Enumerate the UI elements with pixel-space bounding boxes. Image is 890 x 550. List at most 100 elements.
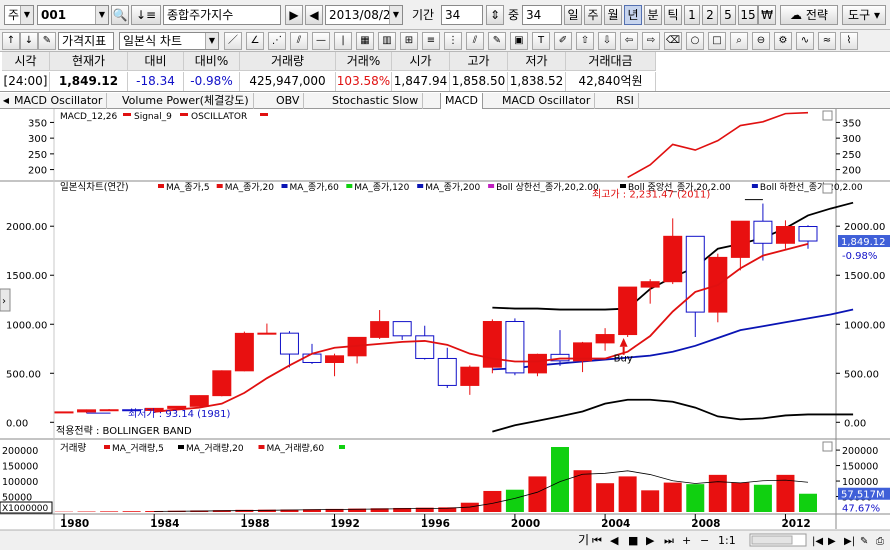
price-indicator-select[interactable]: 가격지표 bbox=[58, 32, 114, 50]
tab-3[interactable]: Stochastic Slow bbox=[328, 93, 424, 109]
x-tick-label-3: 1992 bbox=[331, 518, 360, 530]
cycle-button-3[interactable]: 년 bbox=[624, 5, 642, 25]
chevron-down-icon: ▼ bbox=[205, 33, 218, 49]
candle-body bbox=[527, 353, 547, 374]
date-value: 2013/08/22 bbox=[329, 8, 399, 22]
fan-icon[interactable]: ⋰ bbox=[268, 32, 286, 50]
vline-icon[interactable]: | bbox=[334, 32, 352, 50]
grid2-icon[interactable]: ▥ bbox=[378, 32, 396, 50]
ratio-icon: 1:1 bbox=[718, 534, 736, 547]
arrow-down-icon[interactable]: ↓ bbox=[20, 32, 38, 50]
left-icon[interactable]: ⇦ bbox=[620, 32, 638, 50]
scroll-first-icon: |◀ bbox=[812, 536, 823, 547]
tab-5[interactable]: MACD Oscillator bbox=[498, 93, 596, 109]
pane-maximize-button[interactable] bbox=[822, 110, 833, 121]
reverse-icon[interactable]: ◀ bbox=[305, 5, 323, 25]
x-tick-label-1: 1984 bbox=[150, 518, 179, 530]
cycle-button-5[interactable]: 틱 bbox=[664, 5, 682, 25]
edit-icon[interactable]: ✎ bbox=[38, 32, 56, 50]
volume-tick-label-right-2: 100000 bbox=[842, 477, 878, 488]
quote-header-4: 거래량 bbox=[240, 52, 336, 71]
cycle-button-1[interactable]: 주 bbox=[584, 5, 602, 25]
save-icon: ✎ bbox=[860, 536, 868, 547]
legend-swatch bbox=[216, 184, 223, 188]
code-input[interactable]: 001 ▼ bbox=[37, 5, 109, 25]
tab-4[interactable]: MACD bbox=[440, 93, 483, 109]
volume-bar bbox=[596, 483, 615, 512]
settings-icon[interactable]: ⚙ bbox=[774, 32, 792, 50]
candle-body bbox=[54, 411, 74, 414]
pencil-icon[interactable]: ✎ bbox=[488, 32, 506, 50]
x-tick-label-5: 2000 bbox=[511, 518, 540, 530]
strategy-button[interactable]: ☁ 전략 bbox=[780, 5, 838, 25]
wave3-icon[interactable]: ⌇ bbox=[840, 32, 858, 50]
tools-button[interactable]: 도구 ▾ bbox=[842, 5, 886, 25]
right-icon[interactable]: ⇨ bbox=[642, 32, 660, 50]
won-icon[interactable]: ₩ bbox=[758, 5, 776, 25]
search-icon[interactable]: 🔍 bbox=[111, 5, 129, 25]
tab-2[interactable]: OBV bbox=[272, 93, 305, 109]
market-type-select[interactable]: 주 ▼ bbox=[4, 5, 34, 25]
rect-icon[interactable]: □ bbox=[708, 32, 726, 50]
interval-button-0[interactable]: 1 bbox=[684, 5, 700, 25]
wave-icon[interactable]: ∿ bbox=[796, 32, 814, 50]
date-field[interactable]: 2013/08/22 ▼ bbox=[325, 5, 403, 25]
tab-0[interactable]: MACD Oscillator bbox=[10, 93, 108, 109]
last-change-label: -0.98% bbox=[842, 251, 877, 262]
macd-tick-label-right-3: 200 bbox=[842, 166, 861, 177]
x-tick-label-4: 1996 bbox=[421, 518, 450, 530]
pane-maximize-button[interactable] bbox=[822, 183, 833, 194]
name-field[interactable]: 종합주가지수 bbox=[163, 5, 281, 25]
mid-input[interactable]: 34 bbox=[522, 5, 562, 25]
cycle-button-4[interactable]: 분 bbox=[644, 5, 662, 25]
interval-button-3[interactable]: 15 bbox=[738, 5, 758, 25]
note-icon[interactable]: ✐ bbox=[554, 32, 572, 50]
erase-icon[interactable]: ⌫ bbox=[664, 32, 682, 50]
zoomout-icon[interactable]: ⊖ bbox=[752, 32, 770, 50]
prev-icon: ◀ bbox=[610, 534, 619, 547]
zoom-icon[interactable]: ⌕ bbox=[730, 32, 748, 50]
last-icon: ⏭ bbox=[664, 534, 674, 547]
line-icon[interactable]: ／ bbox=[224, 32, 242, 50]
text-icon[interactable]: T bbox=[532, 32, 550, 50]
color-icon[interactable]: ▣ bbox=[510, 32, 528, 50]
play-icon[interactable]: ▶ bbox=[285, 5, 303, 25]
wave2-icon[interactable]: ≈ bbox=[818, 32, 836, 50]
footer-scroll-thumb[interactable] bbox=[751, 535, 793, 545]
quote-value-2: -18.34 bbox=[128, 72, 184, 91]
macd-tick-label-right-0: 350 bbox=[842, 118, 861, 129]
up-icon[interactable]: ⇧ bbox=[576, 32, 594, 50]
angle-icon[interactable]: ∠ bbox=[246, 32, 264, 50]
stock-chart[interactable]: MACD_12,26 Signal_9 OSCILLATOR 350 350 300 300… bbox=[0, 109, 890, 550]
cycle-icon[interactable]: ⊞ bbox=[400, 32, 418, 50]
interval-button-1[interactable]: 2 bbox=[702, 5, 718, 25]
macd-tick-label-right-1: 300 bbox=[842, 134, 861, 145]
fibo-icon[interactable]: ≡ bbox=[422, 32, 440, 50]
candle-body bbox=[415, 335, 435, 359]
period-input[interactable]: 34 bbox=[441, 5, 483, 25]
spinner-icon[interactable]: ⇕ bbox=[486, 5, 504, 25]
price-tick-label-right-1: 1500.00 bbox=[844, 271, 885, 282]
quote-value-1: 1,849.12 bbox=[50, 72, 128, 91]
list-icon[interactable]: ↓≡ bbox=[131, 5, 161, 25]
hline-icon[interactable]: — bbox=[312, 32, 330, 50]
gann-icon[interactable]: ⋮ bbox=[444, 32, 462, 50]
down-icon[interactable]: ⇩ bbox=[598, 32, 616, 50]
pane-maximize-button[interactable] bbox=[822, 441, 833, 452]
volume-bar bbox=[799, 493, 817, 512]
candle-body bbox=[234, 332, 254, 372]
circle-icon[interactable]: ○ bbox=[686, 32, 704, 50]
channel-icon[interactable]: ⫽ bbox=[466, 32, 484, 50]
cycle-button-0[interactable]: 일 bbox=[564, 5, 582, 25]
grid-icon[interactable]: ▦ bbox=[356, 32, 374, 50]
interval-button-2[interactable]: 5 bbox=[720, 5, 736, 25]
chart-type-select[interactable]: 일본식 차트 ▼ bbox=[119, 32, 219, 50]
x-tick-label-8: 2012 bbox=[781, 518, 810, 530]
indicator-tabs: ◀ MACD Oscillator Volume Power(체결강도) OBV St… bbox=[0, 93, 890, 109]
cycle-button-2[interactable]: 월 bbox=[604, 5, 622, 25]
tab-1[interactable]: Volume Power(체결강도) bbox=[118, 93, 254, 109]
parallel-icon[interactable]: ⫽ bbox=[290, 32, 308, 50]
next-icon: ▶ bbox=[646, 534, 655, 547]
tab-6[interactable]: RSI bbox=[612, 93, 639, 109]
arrow-up-icon[interactable]: ↑ bbox=[2, 32, 20, 50]
